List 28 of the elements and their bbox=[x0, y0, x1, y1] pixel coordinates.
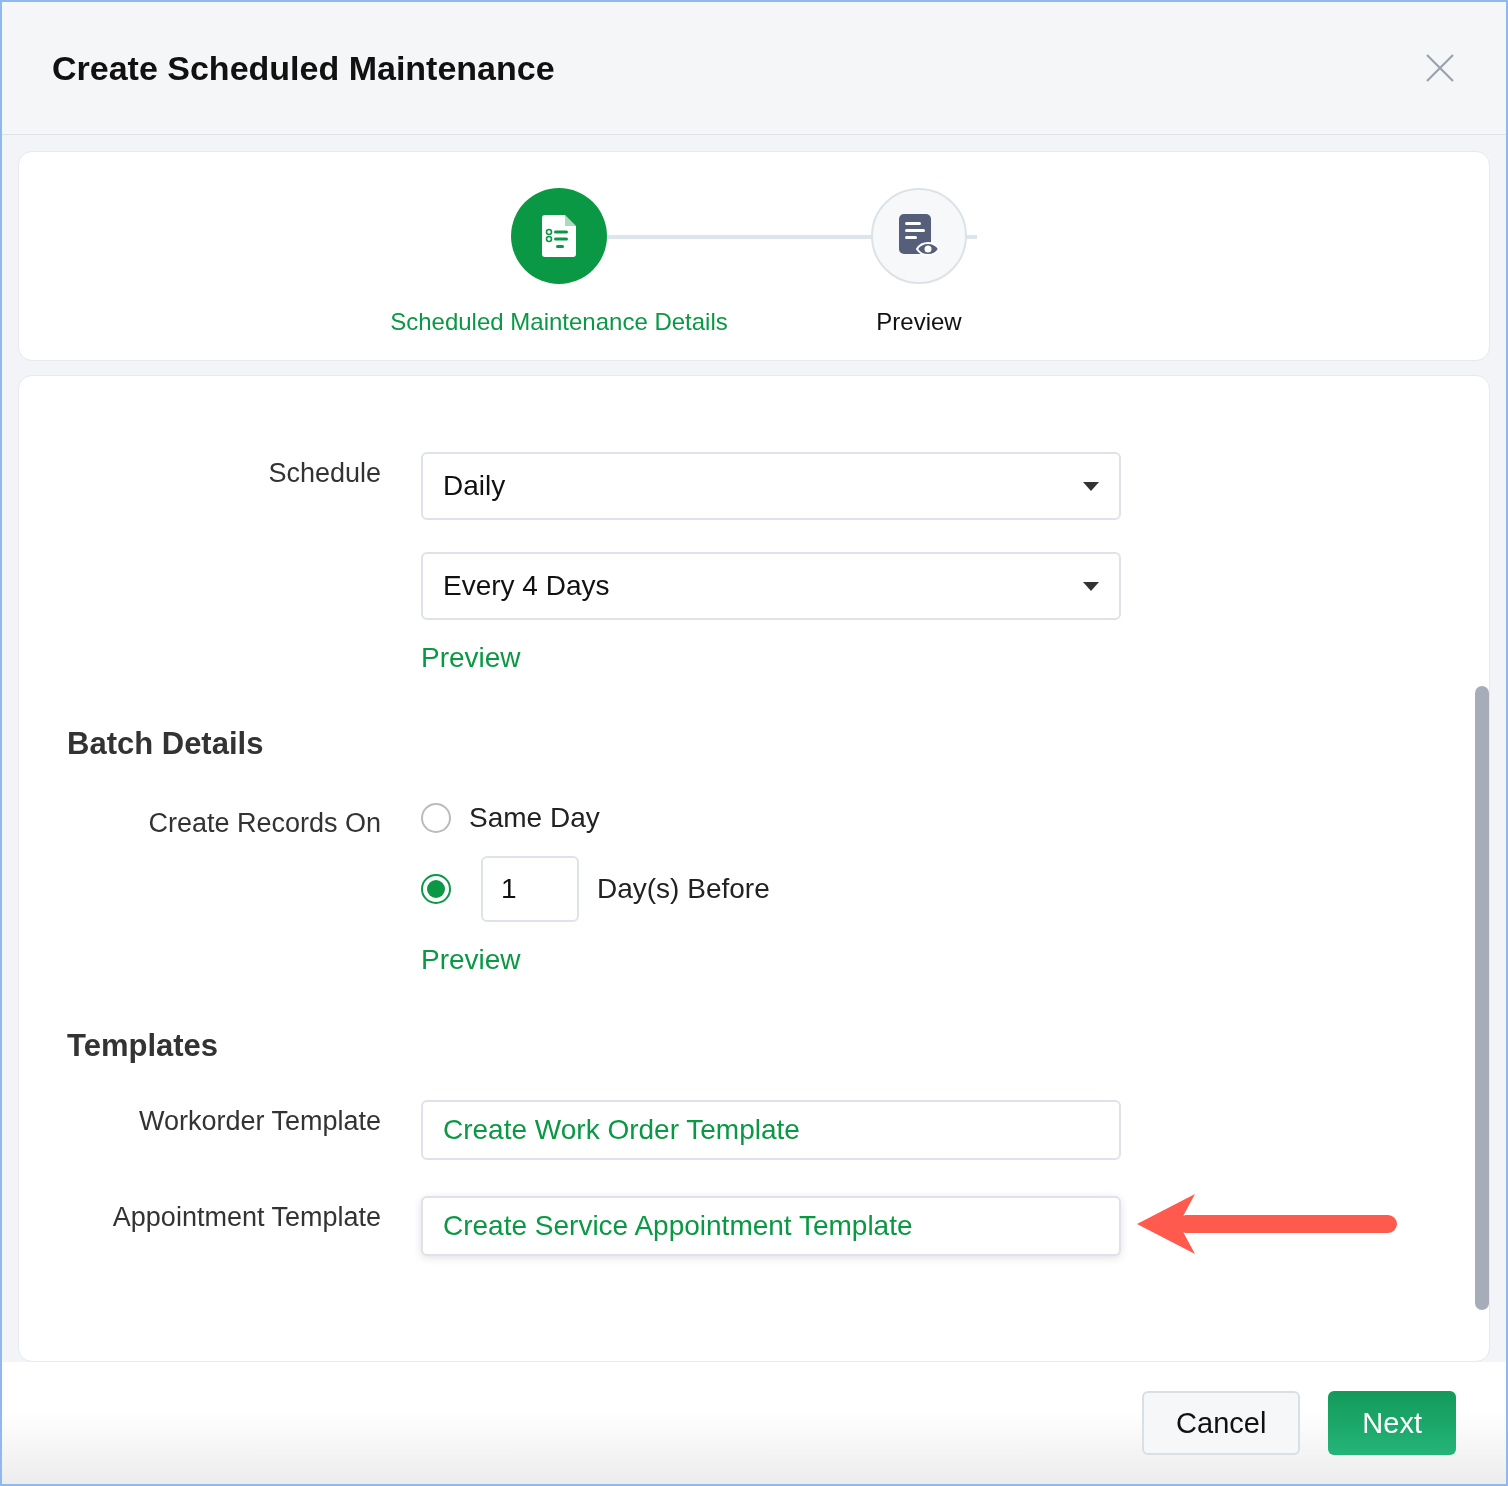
document-eye-icon bbox=[899, 214, 939, 258]
days-input[interactable]: 1 bbox=[481, 856, 579, 922]
caret-icon bbox=[1083, 581, 1099, 591]
preview-link[interactable]: Preview bbox=[421, 944, 521, 975]
radio-button[interactable] bbox=[421, 803, 451, 833]
scrollbar[interactable] bbox=[1475, 686, 1489, 1310]
option-label: Same Day bbox=[469, 802, 600, 834]
close-button[interactable] bbox=[1424, 52, 1456, 84]
dialog-title: Create Scheduled Maintenance bbox=[52, 48, 555, 88]
caret-icon bbox=[1083, 481, 1099, 491]
section-heading: Templates bbox=[66, 1028, 220, 1064]
step-label: Preview bbox=[876, 308, 962, 336]
step-label: Scheduled Maintenance Details bbox=[390, 308, 728, 336]
section-heading: Batch Details bbox=[66, 726, 265, 762]
template-field[interactable]: Create Service Appointment Template bbox=[421, 1196, 1121, 1256]
preview-link[interactable]: Preview bbox=[421, 642, 521, 673]
option-label: Day(s) Before bbox=[597, 873, 770, 905]
template-field[interactable]: Create Work Order Template bbox=[421, 1100, 1121, 1160]
frequency-select[interactable]: Daily bbox=[421, 452, 1121, 520]
cancel-button[interactable]: Cancel bbox=[1142, 1391, 1301, 1455]
checklist-document-icon bbox=[542, 215, 576, 257]
radio-button[interactable] bbox=[421, 874, 451, 904]
field-label: Schedule bbox=[267, 457, 381, 489]
interval-select[interactable]: Every 4 Days bbox=[421, 552, 1121, 620]
field-label: Workorder Template bbox=[137, 1105, 381, 1137]
next-button[interactable]: Next bbox=[1328, 1391, 1456, 1455]
field-label: Appointment Template bbox=[111, 1201, 381, 1233]
field-label: Create Records On bbox=[147, 807, 381, 839]
